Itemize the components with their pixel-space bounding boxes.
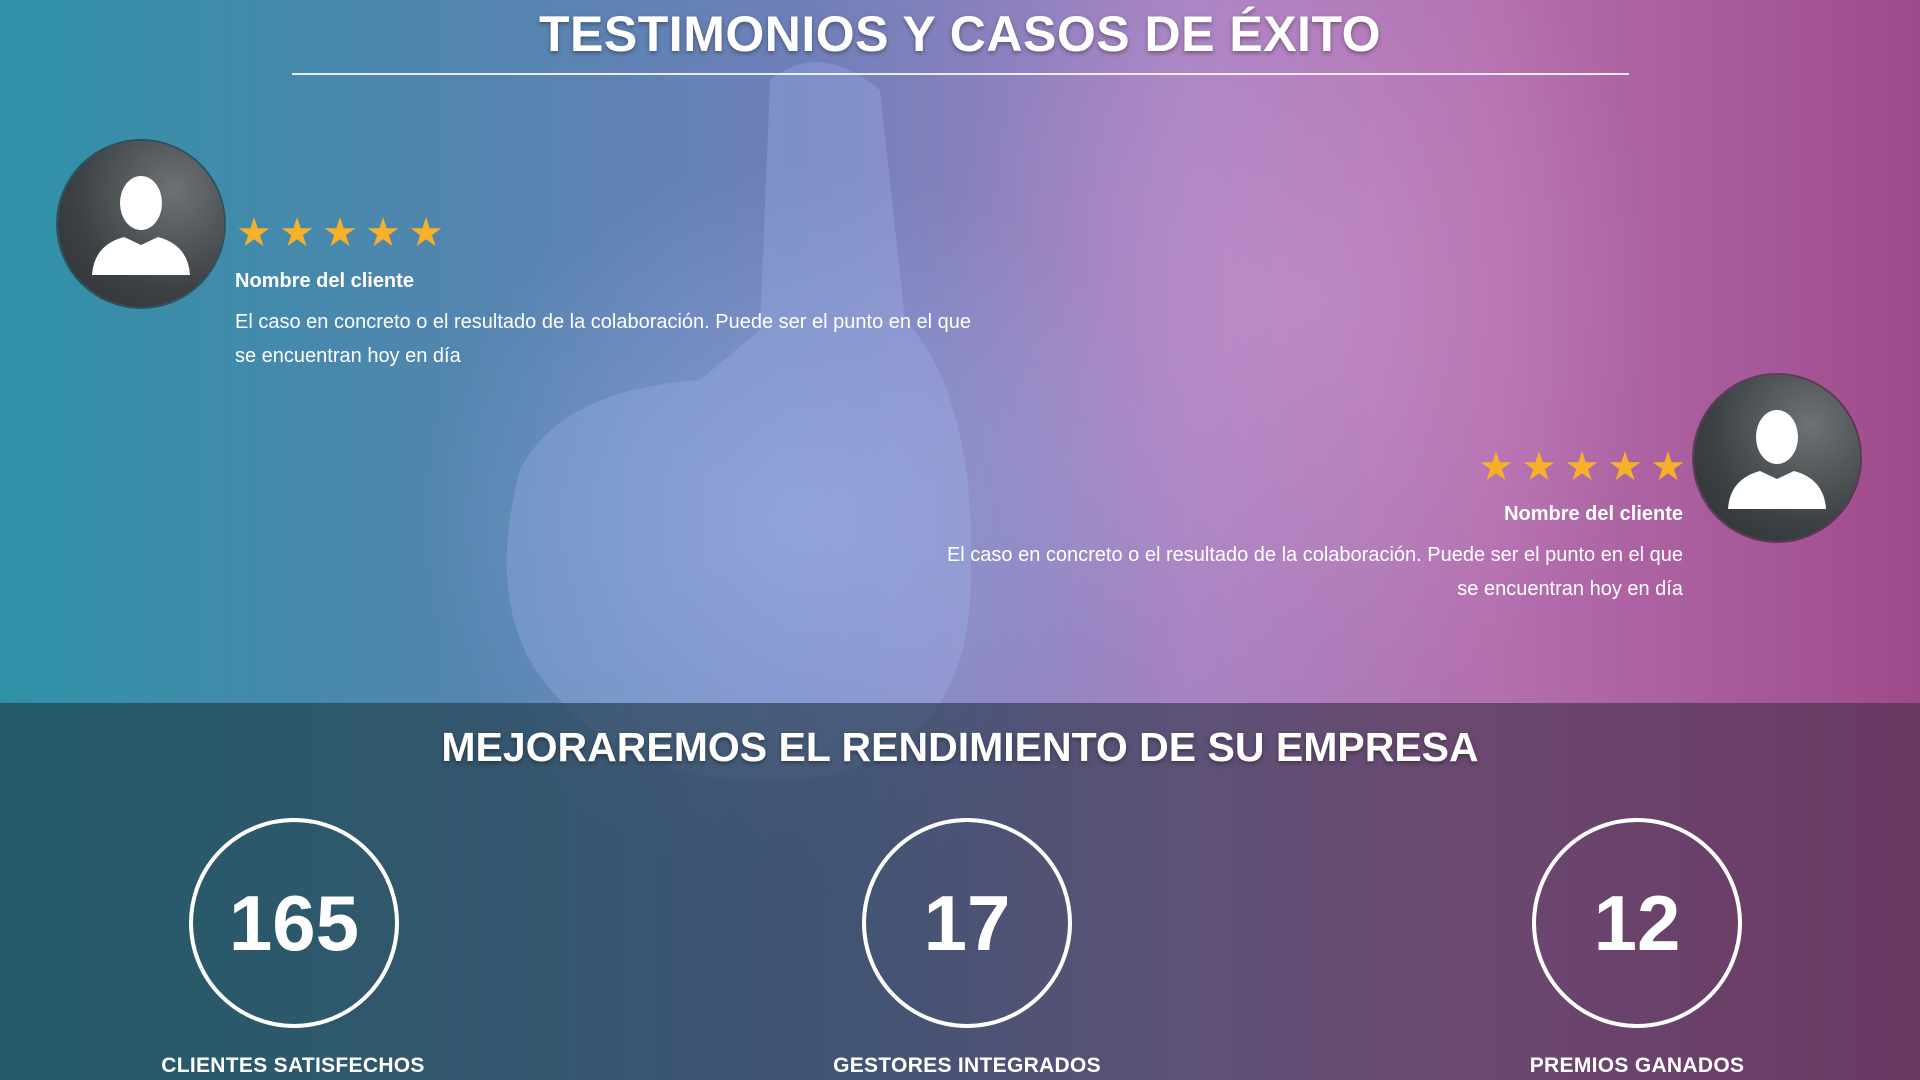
testimonial-text: El caso en concreto o el resultado de la… xyxy=(235,311,972,367)
stat-label-managers: GESTORES INTEGRADOS xyxy=(833,1054,1101,1077)
stat-label-clients: CLIENTES SATISFECHOS xyxy=(161,1054,425,1077)
star-icon: ★ xyxy=(322,211,358,255)
client-avatar xyxy=(58,141,224,307)
testimonials-title: TESTIMONIOS Y CASOS DE ÉXITO xyxy=(539,6,1381,62)
client-name: Nombre del cliente xyxy=(235,270,414,292)
star-icon: ★ xyxy=(236,211,272,255)
page: TESTIMONIOS Y CASOS DE ÉXITO ★ ★ ★ ★ ★ N… xyxy=(0,0,1920,1080)
testimonial-text: El caso en concreto o el resultado de la… xyxy=(946,544,1683,600)
stat-counter-awards: 12 xyxy=(1532,818,1742,1028)
star-rating: ★ ★ ★ ★ ★ xyxy=(1476,447,1688,487)
star-icon: ★ xyxy=(279,211,315,255)
star-rating: ★ ★ ★ ★ ★ xyxy=(234,213,446,253)
stat-label-awards: PREMIOS GANADOS xyxy=(1529,1054,1745,1077)
star-icon: ★ xyxy=(365,211,401,255)
client-avatar xyxy=(1694,375,1860,541)
star-icon: ★ xyxy=(1650,445,1686,489)
stats-title: MEJORAREMOS EL RENDIMIENTO DE SU EMPRESA xyxy=(441,724,1479,770)
star-icon: ★ xyxy=(1521,445,1557,489)
client-name: Nombre del cliente xyxy=(1504,503,1683,525)
star-icon: ★ xyxy=(1607,445,1643,489)
user-silhouette-icon xyxy=(1728,410,1826,509)
star-icon: ★ xyxy=(1478,445,1514,489)
title-divider xyxy=(292,73,1629,75)
stat-counter-clients: 165 xyxy=(189,818,399,1028)
star-icon: ★ xyxy=(408,211,444,255)
star-icon: ★ xyxy=(1564,445,1600,489)
stat-counter-managers: 17 xyxy=(862,818,1072,1028)
user-silhouette-icon xyxy=(92,176,190,275)
